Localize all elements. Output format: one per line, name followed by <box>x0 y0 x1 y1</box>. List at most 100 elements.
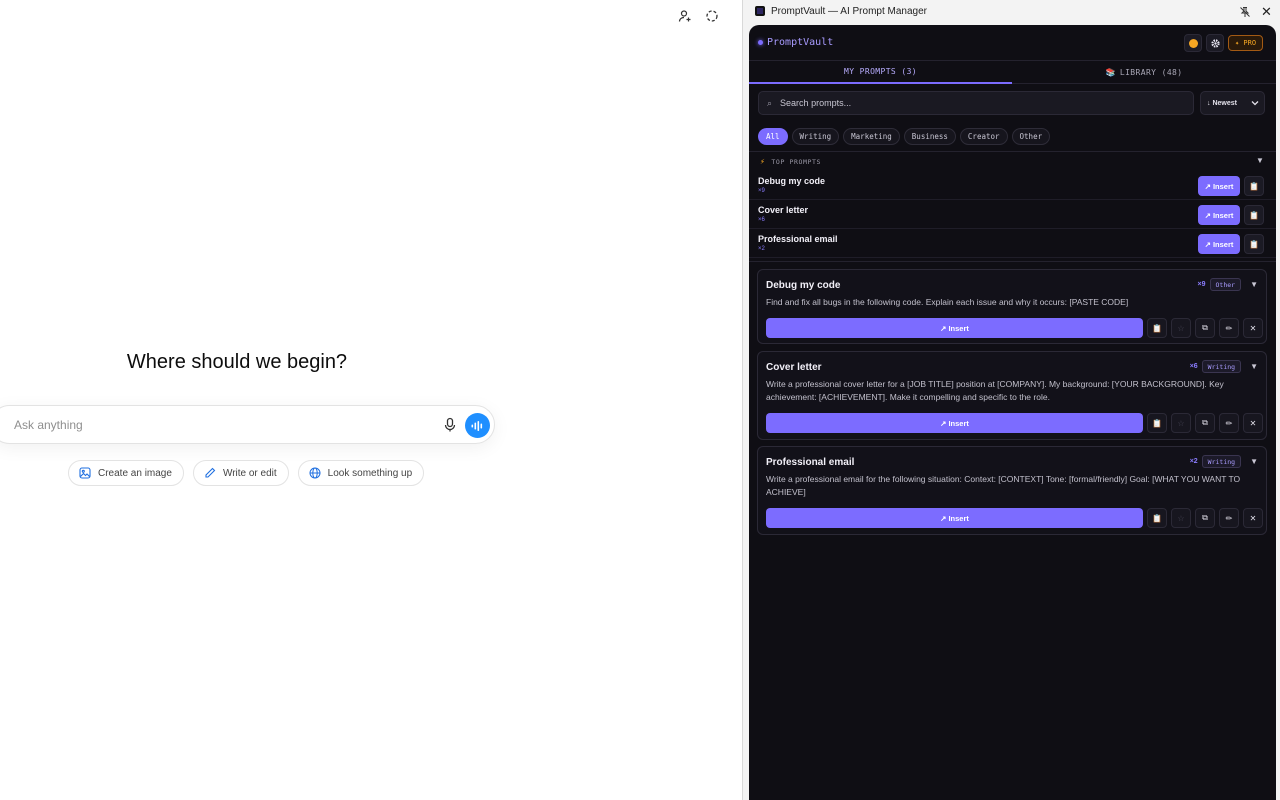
duplicate-button[interactable]: ⧉ <box>1195 413 1215 433</box>
category-badge: Other <box>1209 278 1242 291</box>
clipboard-icon: 📋 <box>1249 181 1259 191</box>
filter-all[interactable]: All <box>758 128 788 145</box>
category-filters: All Writing Marketing Business Creator O… <box>758 128 1051 145</box>
dashed-circle-icon[interactable] <box>704 8 720 24</box>
category-badge: Writing <box>1201 360 1242 373</box>
prompt-body: Write a professional email for the follo… <box>766 474 1241 497</box>
insert-button[interactable]: ↗ Insert <box>1198 176 1240 196</box>
top-prompt-row: Debug my code ×9 ↗ Insert 📋 <box>749 171 1276 200</box>
clipboard-icon: 📋 <box>1249 210 1259 220</box>
unpin-icon[interactable] <box>1239 5 1251 17</box>
delete-button[interactable]: ✕ <box>1243 413 1263 433</box>
insert-button[interactable]: ↗ Insert <box>766 508 1143 528</box>
copy-clipboard-button[interactable]: 📋 <box>1244 205 1264 225</box>
top-prompt-count: ×2 <box>758 246 765 252</box>
top-prompt-title: Cover letter <box>758 205 809 215</box>
insert-button[interactable]: ↗ Insert <box>766 318 1143 338</box>
search-icon: ⌕ <box>767 97 773 108</box>
suggestion-write-edit[interactable]: Write or edit <box>192 460 289 486</box>
expand-caret-icon[interactable]: ▼ <box>1250 457 1258 466</box>
star-icon: ☆ <box>1177 418 1185 428</box>
star-icon: ☆ <box>1177 323 1185 333</box>
filter-other[interactable]: Other <box>1011 128 1051 145</box>
promptvault-panel: PromptVault ✦ PRO MY PROMPTS (3) 📚 LIBRA… <box>749 25 1276 800</box>
pencil-icon <box>205 467 216 478</box>
insert-button[interactable]: ↗ Insert <box>766 413 1143 433</box>
suggestion-look-up[interactable]: Look something up <box>297 460 425 486</box>
favorite-button[interactable]: ☆ <box>1171 318 1191 338</box>
pro-badge[interactable]: ✦ PRO <box>1228 35 1264 51</box>
bolt-icon: ⚡ <box>760 157 766 166</box>
use-count: ×9 <box>1197 281 1206 288</box>
delete-button[interactable]: ✕ <box>1243 318 1263 338</box>
copy-clipboard-button[interactable]: 📋 <box>1147 413 1167 433</box>
duplicate-icon: ⧉ <box>1202 418 1208 427</box>
divider <box>749 151 1276 152</box>
insert-button[interactable]: ↗ Insert <box>1198 234 1240 254</box>
suggestion-create-image[interactable]: Create an image <box>68 460 184 486</box>
theme-toggle-button[interactable] <box>1184 34 1202 52</box>
filter-business[interactable]: Business <box>903 128 956 145</box>
tab-library[interactable]: 📚 LIBRARY (48) <box>1012 61 1276 84</box>
favorite-button[interactable]: ☆ <box>1171 508 1191 528</box>
books-icon: 📚 <box>1105 68 1116 77</box>
copy-clipboard-button[interactable]: 📋 <box>1147 318 1167 338</box>
top-prompt-row: Professional email ×2 ↗ Insert 📋 <box>749 229 1276 258</box>
filter-marketing[interactable]: Marketing <box>843 128 900 145</box>
voice-mode-button[interactable] <box>465 413 490 438</box>
composer-placeholder[interactable]: Ask anything <box>14 418 83 432</box>
add-person-icon[interactable] <box>677 8 693 24</box>
prompt-card: Debug my code ×9 Other ▼ Find and fix al… <box>757 269 1267 344</box>
brand-dot-icon <box>758 40 763 45</box>
suggestion-chips: Create an image Write or edit Look somet… <box>68 460 425 486</box>
suggestion-label: Write or edit <box>222 467 277 479</box>
prompt-title: Professional email <box>766 457 855 468</box>
close-panel-button[interactable]: ✕ <box>1261 4 1272 20</box>
sort-select[interactable]: ↓ Newest <box>1200 91 1265 115</box>
duplicate-button[interactable]: ⧉ <box>1195 508 1215 528</box>
prompt-title: Debug my code <box>766 280 841 291</box>
search-input[interactable]: ⌕ Search prompts... <box>758 91 1194 115</box>
clipboard-icon: 📋 <box>1152 418 1162 428</box>
duplicate-icon: ⧉ <box>1202 513 1208 522</box>
settings-button[interactable] <box>1206 34 1224 52</box>
panel-header: PromptVault ✦ PRO <box>749 25 1276 61</box>
pencil-icon: ✏ <box>1225 418 1233 428</box>
microphone-icon[interactable] <box>443 417 459 433</box>
copy-clipboard-button[interactable]: 📋 <box>1147 508 1167 528</box>
side-panel-titlebar: PromptVault — AI Prompt Manager ✕ <box>743 0 1280 24</box>
top-prompt-title: Professional email <box>758 234 838 244</box>
image-icon <box>79 467 91 479</box>
hero-title: Where should we begin? <box>126 351 348 373</box>
star-icon: ☆ <box>1177 513 1185 523</box>
chat-top-toolbar <box>677 8 720 24</box>
pencil-icon: ✏ <box>1225 513 1233 523</box>
edit-button[interactable]: ✏ <box>1219 508 1239 528</box>
edit-button[interactable]: ✏ <box>1219 318 1239 338</box>
delete-button[interactable]: ✕ <box>1243 508 1263 528</box>
favorite-button[interactable]: ☆ <box>1171 413 1191 433</box>
filter-writing[interactable]: Writing <box>791 128 840 145</box>
top-prompts-label: TOP PROMPTS <box>771 157 822 166</box>
suggestion-label: Create an image <box>98 467 172 479</box>
top-prompt-count: ×9 <box>758 188 765 194</box>
divider <box>749 261 1276 262</box>
use-count: ×2 <box>1189 458 1198 465</box>
copy-clipboard-button[interactable]: 📋 <box>1244 176 1264 196</box>
prompt-title: Cover letter <box>766 362 822 373</box>
copy-clipboard-button[interactable]: 📋 <box>1244 234 1264 254</box>
globe-icon <box>309 467 321 479</box>
filter-creator[interactable]: Creator <box>959 128 1008 145</box>
collapse-top-prompts-icon[interactable]: ▼ <box>1256 156 1264 165</box>
insert-button[interactable]: ↗ Insert <box>1198 205 1240 225</box>
prompt-meta: ×6 Writing ▼ <box>1190 360 1258 373</box>
prompt-body: Write a professional cover letter for a … <box>766 379 1224 402</box>
chat-composer[interactable]: Ask anything <box>0 405 495 444</box>
edit-button[interactable]: ✏ <box>1219 413 1239 433</box>
duplicate-button[interactable]: ⧉ <box>1195 318 1215 338</box>
top-prompt-title: Debug my code <box>758 176 826 186</box>
expand-caret-icon[interactable]: ▼ <box>1250 280 1258 289</box>
clipboard-icon: 📋 <box>1152 513 1162 523</box>
expand-caret-icon[interactable]: ▼ <box>1250 362 1258 371</box>
tab-my-prompts[interactable]: MY PROMPTS (3) <box>749 61 1012 84</box>
